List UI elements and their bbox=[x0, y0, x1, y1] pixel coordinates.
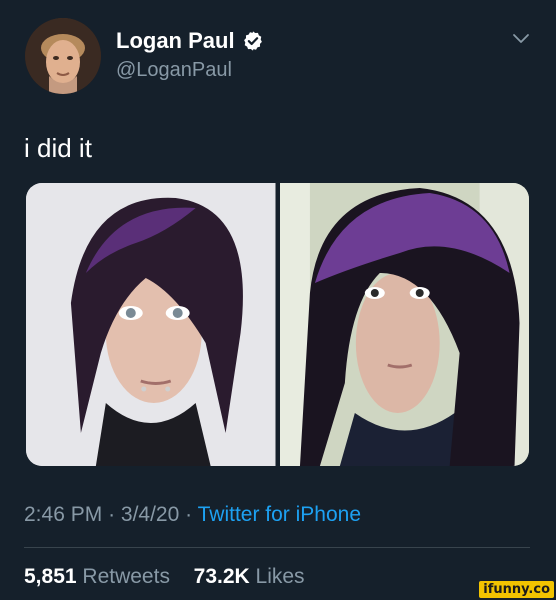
tweet-date[interactable]: 3/4/20 bbox=[121, 503, 179, 526]
media-photo-2[interactable] bbox=[279, 183, 529, 466]
retweets-stat[interactable]: 5,851 Retweets bbox=[24, 565, 176, 588]
avatar[interactable] bbox=[25, 18, 101, 94]
user-handle[interactable]: @LoganPaul bbox=[116, 59, 232, 82]
tweet-text: i did it bbox=[24, 133, 92, 163]
retweets-count: 5,851 bbox=[24, 565, 77, 588]
media-photo-1[interactable] bbox=[26, 183, 276, 466]
likes-stat[interactable]: 73.2K Likes bbox=[194, 565, 305, 588]
tweet-meta: 2:46 PM · 3/4/20 · Twitter for iPhone bbox=[24, 503, 361, 527]
likes-label: Likes bbox=[255, 565, 305, 588]
meta-separator: · bbox=[185, 503, 193, 526]
verified-badge-icon bbox=[243, 31, 262, 51]
tweet-card: Logan Paul @LoganPaul i did it 2:46 PM ·… bbox=[0, 0, 556, 600]
avatar-image bbox=[25, 18, 101, 94]
photo-2-image bbox=[279, 183, 529, 466]
photo-1-image bbox=[26, 183, 276, 466]
tweet-stats: 5,851 Retweets 73.2K Likes bbox=[24, 565, 305, 589]
retweets-label: Retweets bbox=[82, 565, 170, 588]
divider bbox=[24, 547, 530, 548]
display-name-row[interactable]: Logan Paul bbox=[116, 28, 264, 54]
tweet-source-link[interactable]: Twitter for iPhone bbox=[198, 503, 361, 526]
likes-count: 73.2K bbox=[193, 565, 250, 588]
display-name: Logan Paul bbox=[116, 28, 235, 53]
chevron-down-icon[interactable] bbox=[512, 33, 530, 45]
watermark: ifunny.co bbox=[479, 581, 554, 598]
meta-separator: · bbox=[108, 503, 116, 526]
tweet-time[interactable]: 2:46 PM bbox=[24, 503, 102, 526]
tweet-media[interactable] bbox=[26, 183, 529, 466]
